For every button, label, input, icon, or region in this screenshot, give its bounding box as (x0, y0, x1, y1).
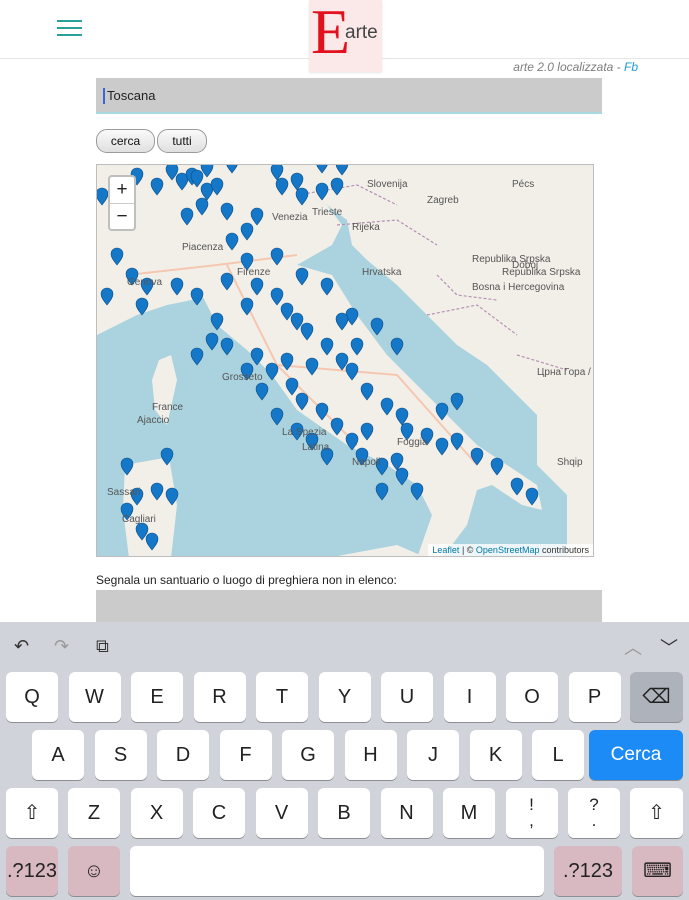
space-bar[interactable] (130, 846, 544, 896)
search-value: Toscana (107, 88, 156, 103)
key-a[interactable]: A (32, 730, 84, 780)
key-e[interactable]: E (131, 672, 183, 722)
cerca-button[interactable]: cerca (96, 129, 155, 153)
key-y[interactable]: Y (318, 672, 371, 722)
key-w[interactable]: W (68, 672, 121, 722)
key-exclamation-comma[interactable]: !, (505, 788, 558, 838)
numeric-key-right[interactable]: .?123 (554, 846, 622, 896)
map-place-label: Grosseto (222, 372, 263, 383)
key-o[interactable]: O (506, 672, 558, 722)
key-b[interactable]: B (318, 788, 370, 838)
leaflet-link[interactable]: Leaflet (432, 545, 459, 555)
map-place-label: Црна Гора / Crna Gora (537, 367, 594, 378)
key-m[interactable]: M (443, 788, 495, 838)
map-place-label: Foggia (397, 437, 428, 448)
map-place-label: Latina (302, 442, 330, 453)
report-input[interactable] (96, 590, 602, 624)
map-place-label: Ajaccio (137, 415, 170, 426)
map-place-label: Piacenza (182, 242, 224, 253)
emoji-icon[interactable]: ☺ (68, 846, 120, 896)
logo-word: arte (345, 22, 378, 43)
subtitle-text: arte 2.0 localizzata - (513, 60, 624, 74)
key-k[interactable]: K (469, 730, 522, 780)
key-i[interactable]: I (443, 672, 496, 722)
key-s[interactable]: S (94, 730, 147, 780)
key-h[interactable]: H (344, 730, 397, 780)
key-g[interactable]: G (282, 730, 334, 780)
map-view[interactable]: Slovenija Zagreb Pécs Trieste Venezia Rijeka H… (96, 164, 594, 557)
key-d[interactable]: D (157, 730, 209, 780)
zoom-out-button[interactable]: − (110, 204, 134, 230)
map-place-label: La Spezia (282, 427, 327, 438)
key-question-period[interactable]: ?. (568, 788, 620, 838)
key-v[interactable]: V (255, 788, 308, 838)
attribution-end: contributors (539, 545, 589, 555)
key-l[interactable]: L (532, 730, 584, 780)
text-caret (103, 88, 105, 104)
onscreen-keyboard: ↶ ↷ ⧉ ︿ ﹀ Q W E R T Y U I O P ⌫ A S D F G H J K L Cerca ⇧ Z X C V… (0, 622, 689, 900)
key-p[interactable]: P (568, 672, 621, 722)
shift-right-icon[interactable]: ⇧ (630, 788, 683, 838)
redo-icon[interactable]: ↷ (54, 636, 69, 657)
shift-icon[interactable]: ⇧ (6, 788, 58, 838)
zoom-in-button[interactable]: + (110, 177, 134, 204)
map-place-label: Hrvatska (362, 267, 402, 278)
map-tiles: Slovenija Zagreb Pécs Trieste Venezia Rijeka H… (97, 165, 594, 556)
map-place-label: Trieste (312, 207, 343, 218)
backspace-icon[interactable]: ⌫ (630, 672, 683, 722)
cerca-action-key[interactable]: Cerca (589, 730, 683, 780)
map-place-label: Rijeka (352, 222, 380, 233)
map-place-label: Napoli (352, 457, 380, 468)
map-place-label: France (152, 402, 184, 413)
key-r[interactable]: R (193, 672, 246, 722)
chevron-down-icon[interactable]: ﹀ (660, 634, 678, 660)
undo-icon[interactable]: ↶ (14, 636, 29, 657)
facebook-link[interactable]: Fb (624, 60, 638, 74)
key-c[interactable]: C (193, 788, 245, 838)
key-f[interactable]: F (219, 730, 272, 780)
clipboard-icon[interactable]: ⧉ (96, 636, 109, 657)
osm-link[interactable]: OpenStreetMap (476, 545, 540, 555)
map-place-label: Pécs (512, 179, 534, 190)
key-j[interactable]: J (407, 730, 459, 780)
map-place-label: Sassari (107, 487, 140, 498)
tutti-button[interactable]: tutti (157, 129, 207, 153)
search-input[interactable]: Toscana (96, 78, 602, 114)
map-place-label: Venezia (272, 212, 308, 223)
map-place-label: Shqip (557, 457, 583, 468)
key-z[interactable]: Z (68, 788, 120, 838)
numeric-key-left[interactable]: .?123 (6, 846, 58, 896)
attribution-sep: | © (459, 545, 476, 555)
key-x[interactable]: X (130, 788, 183, 838)
zoom-control: + − (108, 175, 136, 231)
chevron-up-icon[interactable]: ︿ (624, 634, 642, 660)
key-u[interactable]: U (381, 672, 433, 722)
map-place-label: Firenze (237, 267, 271, 278)
key-q[interactable]: Q (6, 672, 58, 722)
key-t[interactable]: T (256, 672, 308, 722)
map-place-label: Slovenija (367, 179, 408, 190)
map-place-label: Republika Srpska (502, 267, 581, 278)
map-place-label: Zagreb (427, 195, 459, 206)
map-place-label: Genova (127, 277, 162, 288)
map-attribution: Leaflet | © OpenStreetMap contributors (428, 544, 593, 556)
site-subtitle: arte 2.0 localizzata - Fb (440, 60, 638, 74)
map-place-label: Cagliari (122, 514, 156, 525)
report-label: Segnala un santuario o luogo di preghier… (96, 573, 397, 587)
menu-icon[interactable] (57, 20, 82, 38)
key-n[interactable]: N (380, 788, 433, 838)
map-place-label: Bosna i Hercegovina (472, 282, 565, 293)
hide-keyboard-icon[interactable]: ⌨ (632, 846, 683, 896)
site-logo[interactable]: E arte (309, 0, 382, 72)
